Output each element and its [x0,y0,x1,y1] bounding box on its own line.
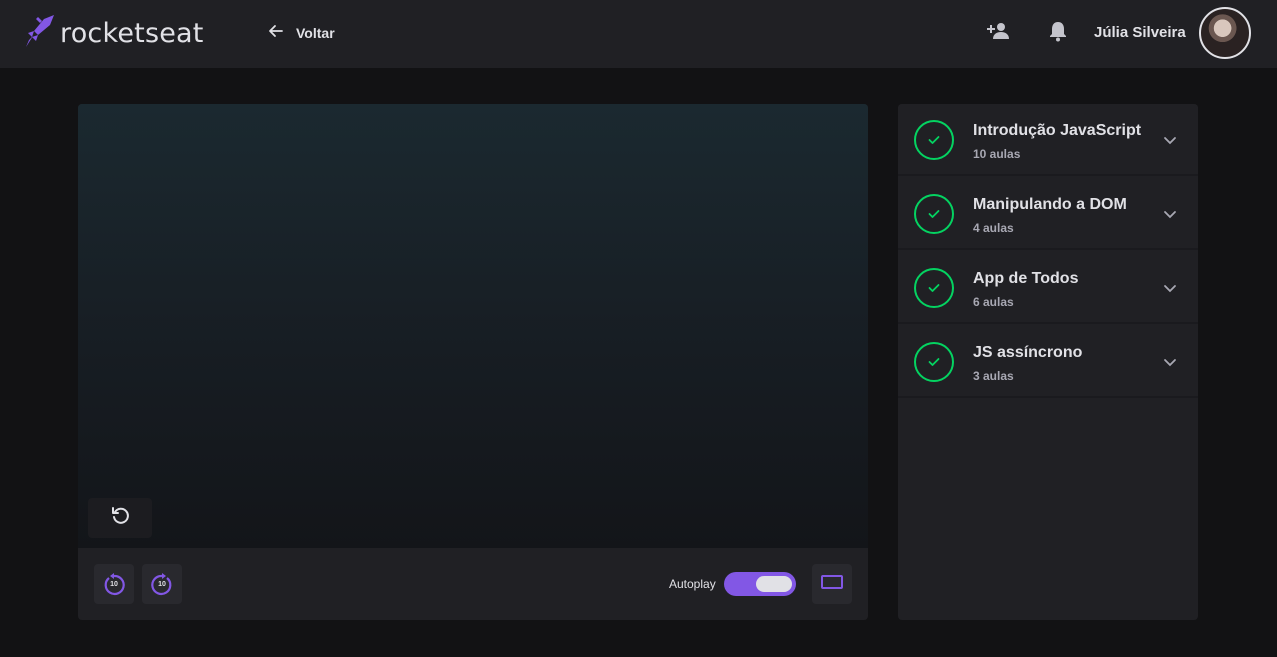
chevron-down-icon [1164,137,1176,145]
player-controls: 10 10 Autoplay [78,548,868,620]
module-title: Manipulando a DOM [973,196,1127,213]
completed-check-icon [914,268,954,308]
module-item[interactable]: Introdução JavaScript 10 aulas [898,104,1198,176]
chevron-down-icon [1164,211,1176,219]
replay-icon [110,506,130,531]
module-lesson-count: 10 aulas [973,147,1021,161]
module-title: Introdução JavaScript [973,122,1142,139]
completed-check-icon [914,342,954,382]
add-user-icon [986,21,1010,46]
logo[interactable]: rocketseat [24,14,204,52]
module-item[interactable]: App de Todos 6 aulas [898,252,1198,324]
autoplay-label: Autoplay [669,577,716,591]
completed-check-icon [914,120,954,160]
module-lesson-count: 3 aulas [973,369,1014,383]
module-item[interactable]: JS assíncrono 3 aulas [898,326,1198,398]
theater-mode-icon [821,574,843,594]
bell-icon [1048,20,1068,47]
replay-button[interactable] [88,498,152,538]
back-label: Voltar [296,25,335,41]
rocket-logo-icon [24,13,56,54]
video-screen[interactable] [78,104,868,548]
rewind-10-button[interactable]: 10 [94,564,134,604]
module-title: App de Todos [973,270,1079,287]
notifications-button[interactable] [1045,20,1071,46]
rewind-10-icon: 10 [101,571,127,597]
back-button[interactable]: Voltar [268,22,335,44]
modules-sidebar: Introdução JavaScript 10 aulas Manipulan… [898,104,1198,620]
forward-10-button[interactable]: 10 [142,564,182,604]
add-user-button[interactable] [985,20,1011,46]
autoplay-toggle-knob [756,576,792,592]
top-header: rocketseat Voltar Júlia Silveira [0,0,1277,68]
arrow-left-icon [268,23,284,44]
autoplay-toggle[interactable] [724,572,796,596]
forward-10-label: 10 [158,581,166,588]
completed-check-icon [914,194,954,234]
module-item[interactable]: Manipulando a DOM 4 aulas [898,178,1198,250]
user-name[interactable]: Júlia Silveira [1094,24,1186,41]
module-lesson-count: 4 aulas [973,221,1014,235]
logo-text: rocketseat [60,17,204,49]
theater-mode-button[interactable] [812,564,852,604]
video-player: 10 10 Autoplay [78,104,868,620]
rewind-10-label: 10 [110,581,118,588]
module-lesson-count: 6 aulas [973,295,1014,309]
forward-10-icon: 10 [149,571,175,597]
module-title: JS assíncrono [973,344,1083,361]
chevron-down-icon [1164,285,1176,293]
chevron-down-icon [1164,359,1176,367]
avatar[interactable] [1199,7,1251,59]
